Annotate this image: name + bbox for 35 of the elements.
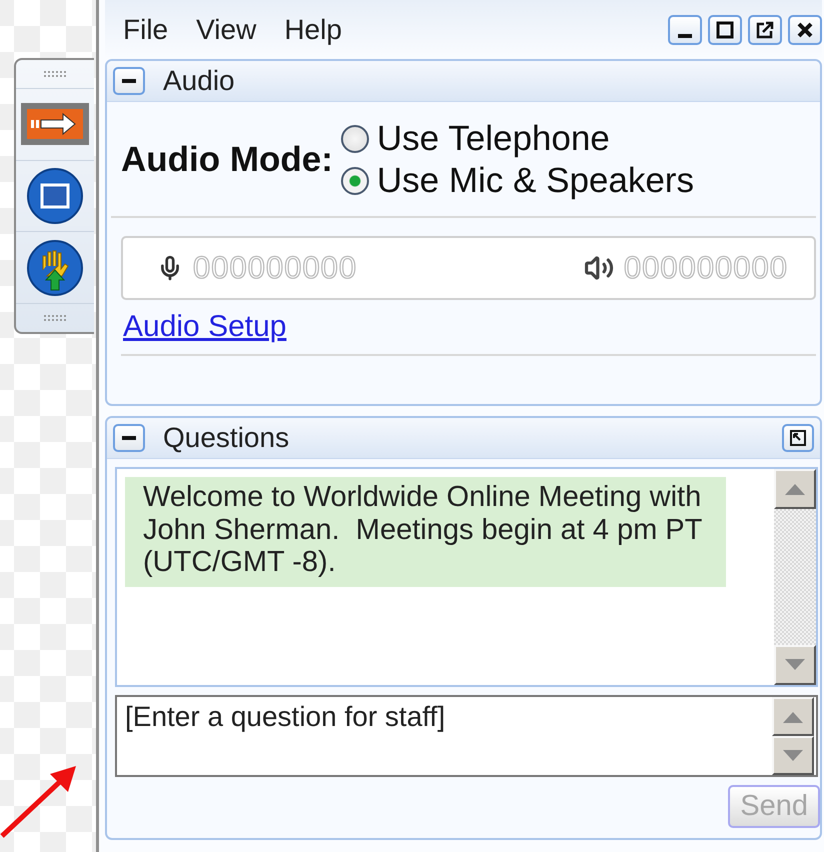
down-arrow-icon <box>785 659 805 672</box>
audio-setup-link[interactable]: Audio Setup <box>123 310 286 344</box>
restore-icon <box>789 429 807 448</box>
option-label: Use Mic & Speakers <box>376 161 694 202</box>
restore-button[interactable] <box>782 424 814 452</box>
mic-level-display: 000000000 <box>193 250 358 286</box>
minus-icon <box>122 79 136 84</box>
scroll-up-button[interactable] <box>774 469 816 510</box>
scrollbar[interactable] <box>774 469 816 686</box>
minimize-icon <box>678 34 692 38</box>
scroll-down-button[interactable] <box>774 645 816 686</box>
popout-button[interactable] <box>748 14 782 45</box>
collapse-button[interactable] <box>113 67 145 96</box>
close-button[interactable] <box>788 14 822 45</box>
message-text: Welcome to Worldwide Online Meeting with John Sherman. Meetings begin at 4 pm PT (UTC/GMT -8). <box>125 477 726 587</box>
maximize-icon <box>715 20 735 40</box>
up-arrow-icon <box>785 483 805 496</box>
audio-mode-label: Audio Mode: <box>121 140 333 180</box>
popout-icon <box>755 20 775 40</box>
radio-button[interactable] <box>340 167 369 196</box>
window-icon <box>27 168 83 224</box>
panel-title: Questions <box>163 422 290 454</box>
menu-item[interactable]: View <box>196 14 256 46</box>
option-label: Use Telephone <box>376 119 610 160</box>
menu-item[interactable]: File <box>123 14 168 46</box>
minus-icon <box>122 436 136 440</box>
maximize-button[interactable] <box>708 14 742 45</box>
collapse-button[interactable] <box>113 424 145 452</box>
minimize-button[interactable] <box>668 14 702 45</box>
radio-button[interactable] <box>340 125 369 154</box>
speaker-level-display: 000000000 <box>624 250 788 286</box>
menu-item[interactable]: Help <box>284 14 342 46</box>
panel-title: Audio <box>163 65 235 98</box>
raised-hand-icon <box>27 240 83 296</box>
close-icon <box>795 20 815 40</box>
